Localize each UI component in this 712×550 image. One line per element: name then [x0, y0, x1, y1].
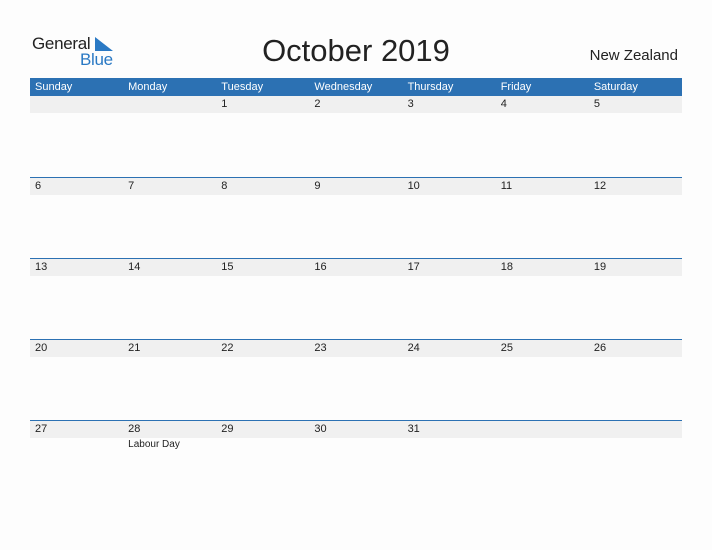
day-number: 11	[500, 180, 513, 192]
weekday-sunday: Sunday	[35, 81, 73, 93]
day-number: 17	[407, 261, 420, 273]
day-number: 31	[407, 423, 420, 435]
day-number: 26	[593, 342, 607, 354]
day-number: 22	[221, 342, 234, 354]
day-cell: 6	[30, 178, 123, 195]
day-number: 29	[221, 423, 234, 435]
day-cell: 2	[309, 96, 402, 113]
day-cell: 16	[309, 259, 402, 276]
weekday-monday: Monday	[128, 81, 168, 93]
day-number: 18	[500, 261, 513, 273]
day-cell: 12	[589, 178, 682, 195]
day-cell: 11	[496, 178, 589, 195]
day-number: 30	[314, 423, 327, 435]
day-number: 6	[35, 180, 42, 192]
day-number: 15	[221, 261, 234, 273]
day-cell: 22	[216, 340, 309, 357]
empty-cell	[496, 421, 589, 438]
weeks-container: 1 2 3 4 5 6 7 8 9 10 11 12 13 14 15 16 17 18 19 20 21 22 23 24 2…	[30, 96, 682, 501]
day-cell: 4	[496, 96, 589, 113]
day-cell: 1	[216, 96, 309, 113]
day-cell: 5	[589, 96, 682, 113]
day-cell: 10	[403, 178, 496, 195]
day-cell: 7	[123, 178, 216, 195]
day-number: 21	[128, 342, 141, 354]
day-number: 1	[221, 98, 228, 110]
day-number: 10	[407, 180, 420, 192]
date-strip: 13 14 15 16 17 18 19	[30, 259, 682, 276]
date-strip: 27 28 Labour Day 29 30 31	[30, 421, 682, 450]
date-strip: 6 7 8 9 10 11 12	[30, 178, 682, 195]
day-cell: 21	[123, 340, 216, 357]
day-number: 4	[500, 98, 507, 110]
day-cell: 8	[216, 178, 309, 195]
day-cell: 19	[589, 259, 682, 276]
day-cell: 20	[30, 340, 123, 357]
day-cell: 13	[30, 259, 123, 276]
date-strip: 1 2 3 4 5	[30, 96, 682, 113]
day-number: 12	[593, 180, 607, 192]
day-cell: 30	[309, 421, 402, 438]
day-number: 24	[407, 342, 420, 354]
weekday-saturday: Saturday	[593, 81, 638, 93]
day-cell: 29	[216, 421, 309, 438]
day-number: 8	[221, 180, 228, 192]
day-number: 25	[500, 342, 513, 354]
day-cell: 28 Labour Day	[123, 421, 216, 450]
day-cell: 25	[496, 340, 589, 357]
day-cell: 15	[216, 259, 309, 276]
weekday-friday: Friday	[500, 81, 532, 93]
day-cell: 24	[403, 340, 496, 357]
weekday-thursday: Thursday	[407, 81, 454, 93]
weekday-header: Sunday Monday Tuesday Wednesday Thursday…	[30, 78, 682, 96]
day-number: 9	[314, 180, 321, 192]
week-row: 6 7 8 9 10 11 12	[30, 177, 682, 258]
empty-cell	[30, 96, 123, 113]
day-cell: 27	[30, 421, 123, 438]
day-number: 13	[35, 261, 48, 273]
day-cell: 3	[403, 96, 496, 113]
week-row: 13 14 15 16 17 18 19	[30, 258, 682, 339]
day-number: 27	[35, 423, 48, 435]
day-number: 3	[407, 98, 414, 110]
week-row: 27 28 Labour Day 29 30 31	[30, 420, 682, 501]
day-cell: 17	[403, 259, 496, 276]
day-number: 14	[128, 261, 141, 273]
weekday-wednesday: Wednesday	[314, 81, 373, 93]
day-cell: 18	[496, 259, 589, 276]
day-number: 23	[314, 342, 327, 354]
day-number: 20	[35, 342, 48, 354]
day-cell: 31	[403, 421, 496, 438]
day-number: 16	[314, 261, 327, 273]
country-label: New Zealand	[589, 47, 678, 64]
day-cell: 23	[309, 340, 402, 357]
day-cell: 14	[123, 259, 216, 276]
day-cell: 26	[589, 340, 682, 357]
week-row: 1 2 3 4 5	[30, 96, 682, 177]
day-number: 5	[593, 98, 600, 110]
day-number: 2	[314, 98, 321, 110]
day-number: 7	[128, 180, 135, 192]
date-strip: 20 21 22 23 24 25 26	[30, 340, 682, 357]
holiday-label: Labour Day	[128, 439, 180, 450]
week-row: 20 21 22 23 24 25 26	[30, 339, 682, 420]
day-number: 19	[593, 261, 607, 273]
day-cell: 9	[309, 178, 402, 195]
weekday-tuesday: Tuesday	[221, 81, 264, 93]
empty-cell	[123, 96, 216, 113]
day-number: 28	[128, 423, 141, 435]
calendar-grid: Sunday Monday Tuesday Wednesday Thursday…	[30, 78, 682, 501]
empty-cell	[589, 421, 682, 438]
